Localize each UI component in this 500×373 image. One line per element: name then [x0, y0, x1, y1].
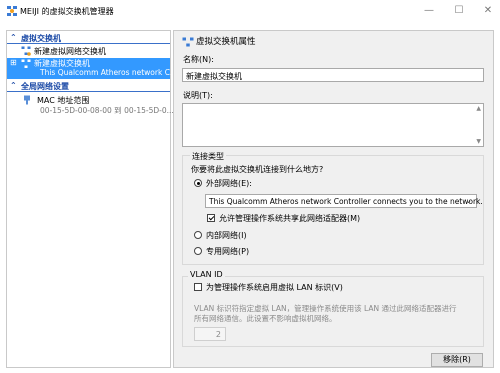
notes-label: 说明(T):	[183, 91, 213, 100]
new-network-switch-label: 新建虚拟网络交换机	[34, 47, 106, 56]
vlan-enable-label: 为管理操作系统启用虚拟 LAN 标识(V)	[206, 283, 343, 292]
navigation-pane: ⌃ 虚拟交换机 新建虚拟网络交换机 ⊞ 新建虚拟交换机 This Qualcom…	[6, 30, 177, 368]
connection-type-title: 连接类型	[190, 151, 226, 162]
remove-button[interactable]: 移除(R)	[431, 353, 483, 367]
adapter-dropdown-value: This Qualcomm Atheros network Controller…	[209, 197, 483, 206]
adapter-dropdown[interactable]: This Qualcomm Atheros network Controller…	[205, 194, 483, 208]
close-button[interactable]: ✕	[481, 4, 495, 18]
switch-properties-icon	[182, 37, 194, 47]
name-label: 名称(N):	[183, 55, 214, 64]
internal-network-label: 内部网络(I)	[206, 231, 247, 240]
virtual-switch-icon	[21, 59, 31, 68]
chevron-down-icon[interactable]: ⌄	[465, 196, 472, 205]
scroll-up-icon[interactable]: ▲	[476, 105, 481, 112]
expand-toggle-icon[interactable]: ⊞	[10, 58, 17, 67]
private-network-label: 专用网络(P)	[206, 247, 250, 256]
selected-switch-adapter: This Qualcomm Atheros network C...	[40, 68, 178, 77]
vlan-description-line2: 所有网络通信。此设置不影响虚拟机网络。	[194, 314, 337, 323]
network-adapter-icon	[24, 95, 30, 105]
minimize-button[interactable]: —	[422, 4, 436, 18]
vlan-group-title: VLAN ID	[188, 270, 225, 279]
window-title: MEIJI 的虚拟交换机管理器	[20, 7, 114, 16]
mac-range-item[interactable]: MAC 地址范围 00-15-5D-00-08-00 到 00-15-5D-0.…	[7, 95, 174, 117]
allow-share-checkbox[interactable]	[207, 214, 215, 222]
internal-network-radio[interactable]	[194, 231, 202, 239]
name-input-value: 新建虚拟交换机	[186, 72, 242, 81]
connection-question: 你要将此虚拟交换机连接到什么地方?	[191, 165, 324, 174]
section-divider	[7, 91, 170, 92]
collapse-chevron-icon[interactable]: ⌃	[10, 33, 17, 42]
vlan-id-value: 2	[215, 330, 221, 339]
external-network-radio[interactable]	[194, 179, 202, 187]
switch-manager-icon	[7, 6, 17, 16]
section-divider	[7, 43, 170, 44]
selected-switch-item[interactable]: ⊞ 新建虚拟交换机 This Qualcomm Atheros network …	[7, 58, 177, 79]
title-bar: MEIJI 的虚拟交换机管理器 — ☐ ✕	[0, 0, 500, 22]
allow-share-label: 允许管理操作系统共享此网络适配器(M)	[219, 214, 361, 223]
properties-pane: 虚拟交换机属性 名称(N): 新建虚拟交换机 说明(T): ▲ ▼ 连接类型 你…	[173, 30, 494, 368]
network-switch-icon	[21, 46, 31, 56]
maximize-button[interactable]: ☐	[452, 4, 466, 18]
scroll-down-icon[interactable]: ▼	[476, 138, 481, 145]
new-network-switch-item[interactable]: 新建虚拟网络交换机	[7, 46, 170, 57]
collapse-chevron-icon[interactable]: ⌃	[10, 81, 17, 90]
vlan-id-input[interactable]: 2	[194, 327, 226, 341]
mac-range-value: 00-15-5D-00-08-00 到 00-15-5D-0...	[40, 106, 174, 115]
vlan-enable-checkbox[interactable]	[194, 283, 202, 291]
notes-textarea[interactable]: ▲ ▼	[182, 103, 484, 147]
external-network-label: 外部网络(E):	[206, 179, 252, 188]
name-input[interactable]: 新建虚拟交换机	[182, 68, 484, 82]
properties-header: 虚拟交换机属性	[196, 37, 256, 47]
private-network-radio[interactable]	[194, 247, 202, 255]
